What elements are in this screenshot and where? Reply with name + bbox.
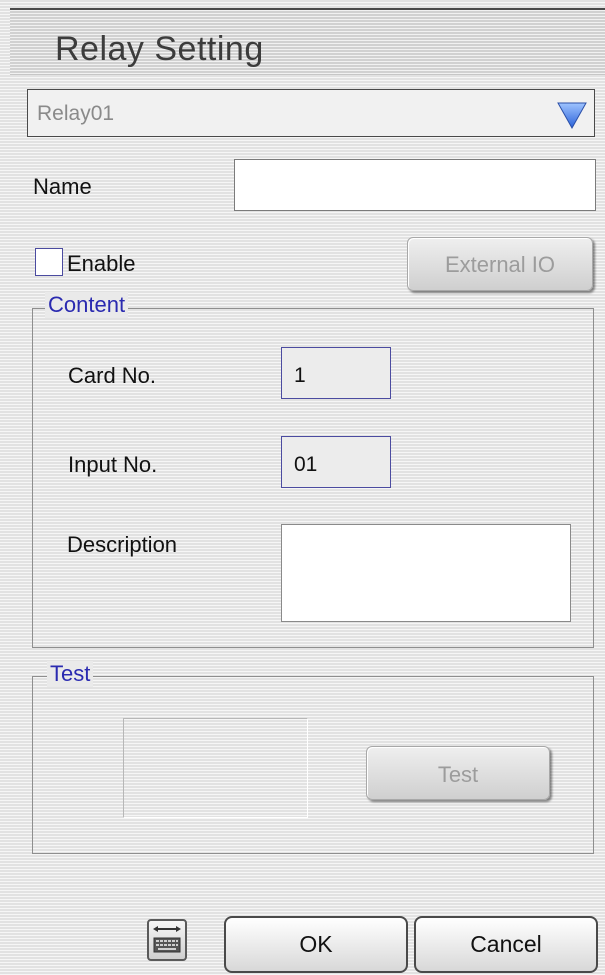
description-textarea[interactable] — [281, 524, 571, 622]
enable-label: Enable — [67, 251, 136, 276]
cancel-button[interactable]: Cancel — [414, 916, 598, 973]
card-no-field[interactable]: 1 — [281, 347, 391, 399]
input-no-field[interactable]: 01 — [281, 436, 391, 488]
relay-select-value: Relay01 — [37, 102, 115, 125]
external-io-button[interactable]: External IO — [407, 237, 593, 291]
chevron-down-icon[interactable] — [556, 100, 588, 130]
input-no-label: Input No. — [68, 452, 158, 477]
title-bar: Relay Setting — [10, 10, 605, 75]
name-label: Name — [33, 174, 92, 199]
keyboard-glyph-icon — [153, 926, 181, 953]
test-button[interactable]: Test — [366, 746, 550, 800]
test-legend: Test — [47, 661, 94, 687]
test-display-area — [123, 718, 308, 818]
relay-setting-dialog: Relay Setting Relay01 Name Enable Extern… — [0, 0, 605, 975]
dialog-title: Relay Setting — [55, 30, 264, 68]
enable-checkbox[interactable] — [35, 248, 63, 276]
ok-button[interactable]: OK — [224, 916, 408, 973]
name-input[interactable] — [234, 159, 596, 211]
relay-select[interactable]: Relay01 — [27, 89, 595, 137]
content-legend: Content — [45, 292, 129, 318]
description-label: Description — [67, 532, 178, 557]
card-no-label: Card No. — [68, 363, 157, 388]
keyboard-icon[interactable] — [147, 919, 187, 961]
